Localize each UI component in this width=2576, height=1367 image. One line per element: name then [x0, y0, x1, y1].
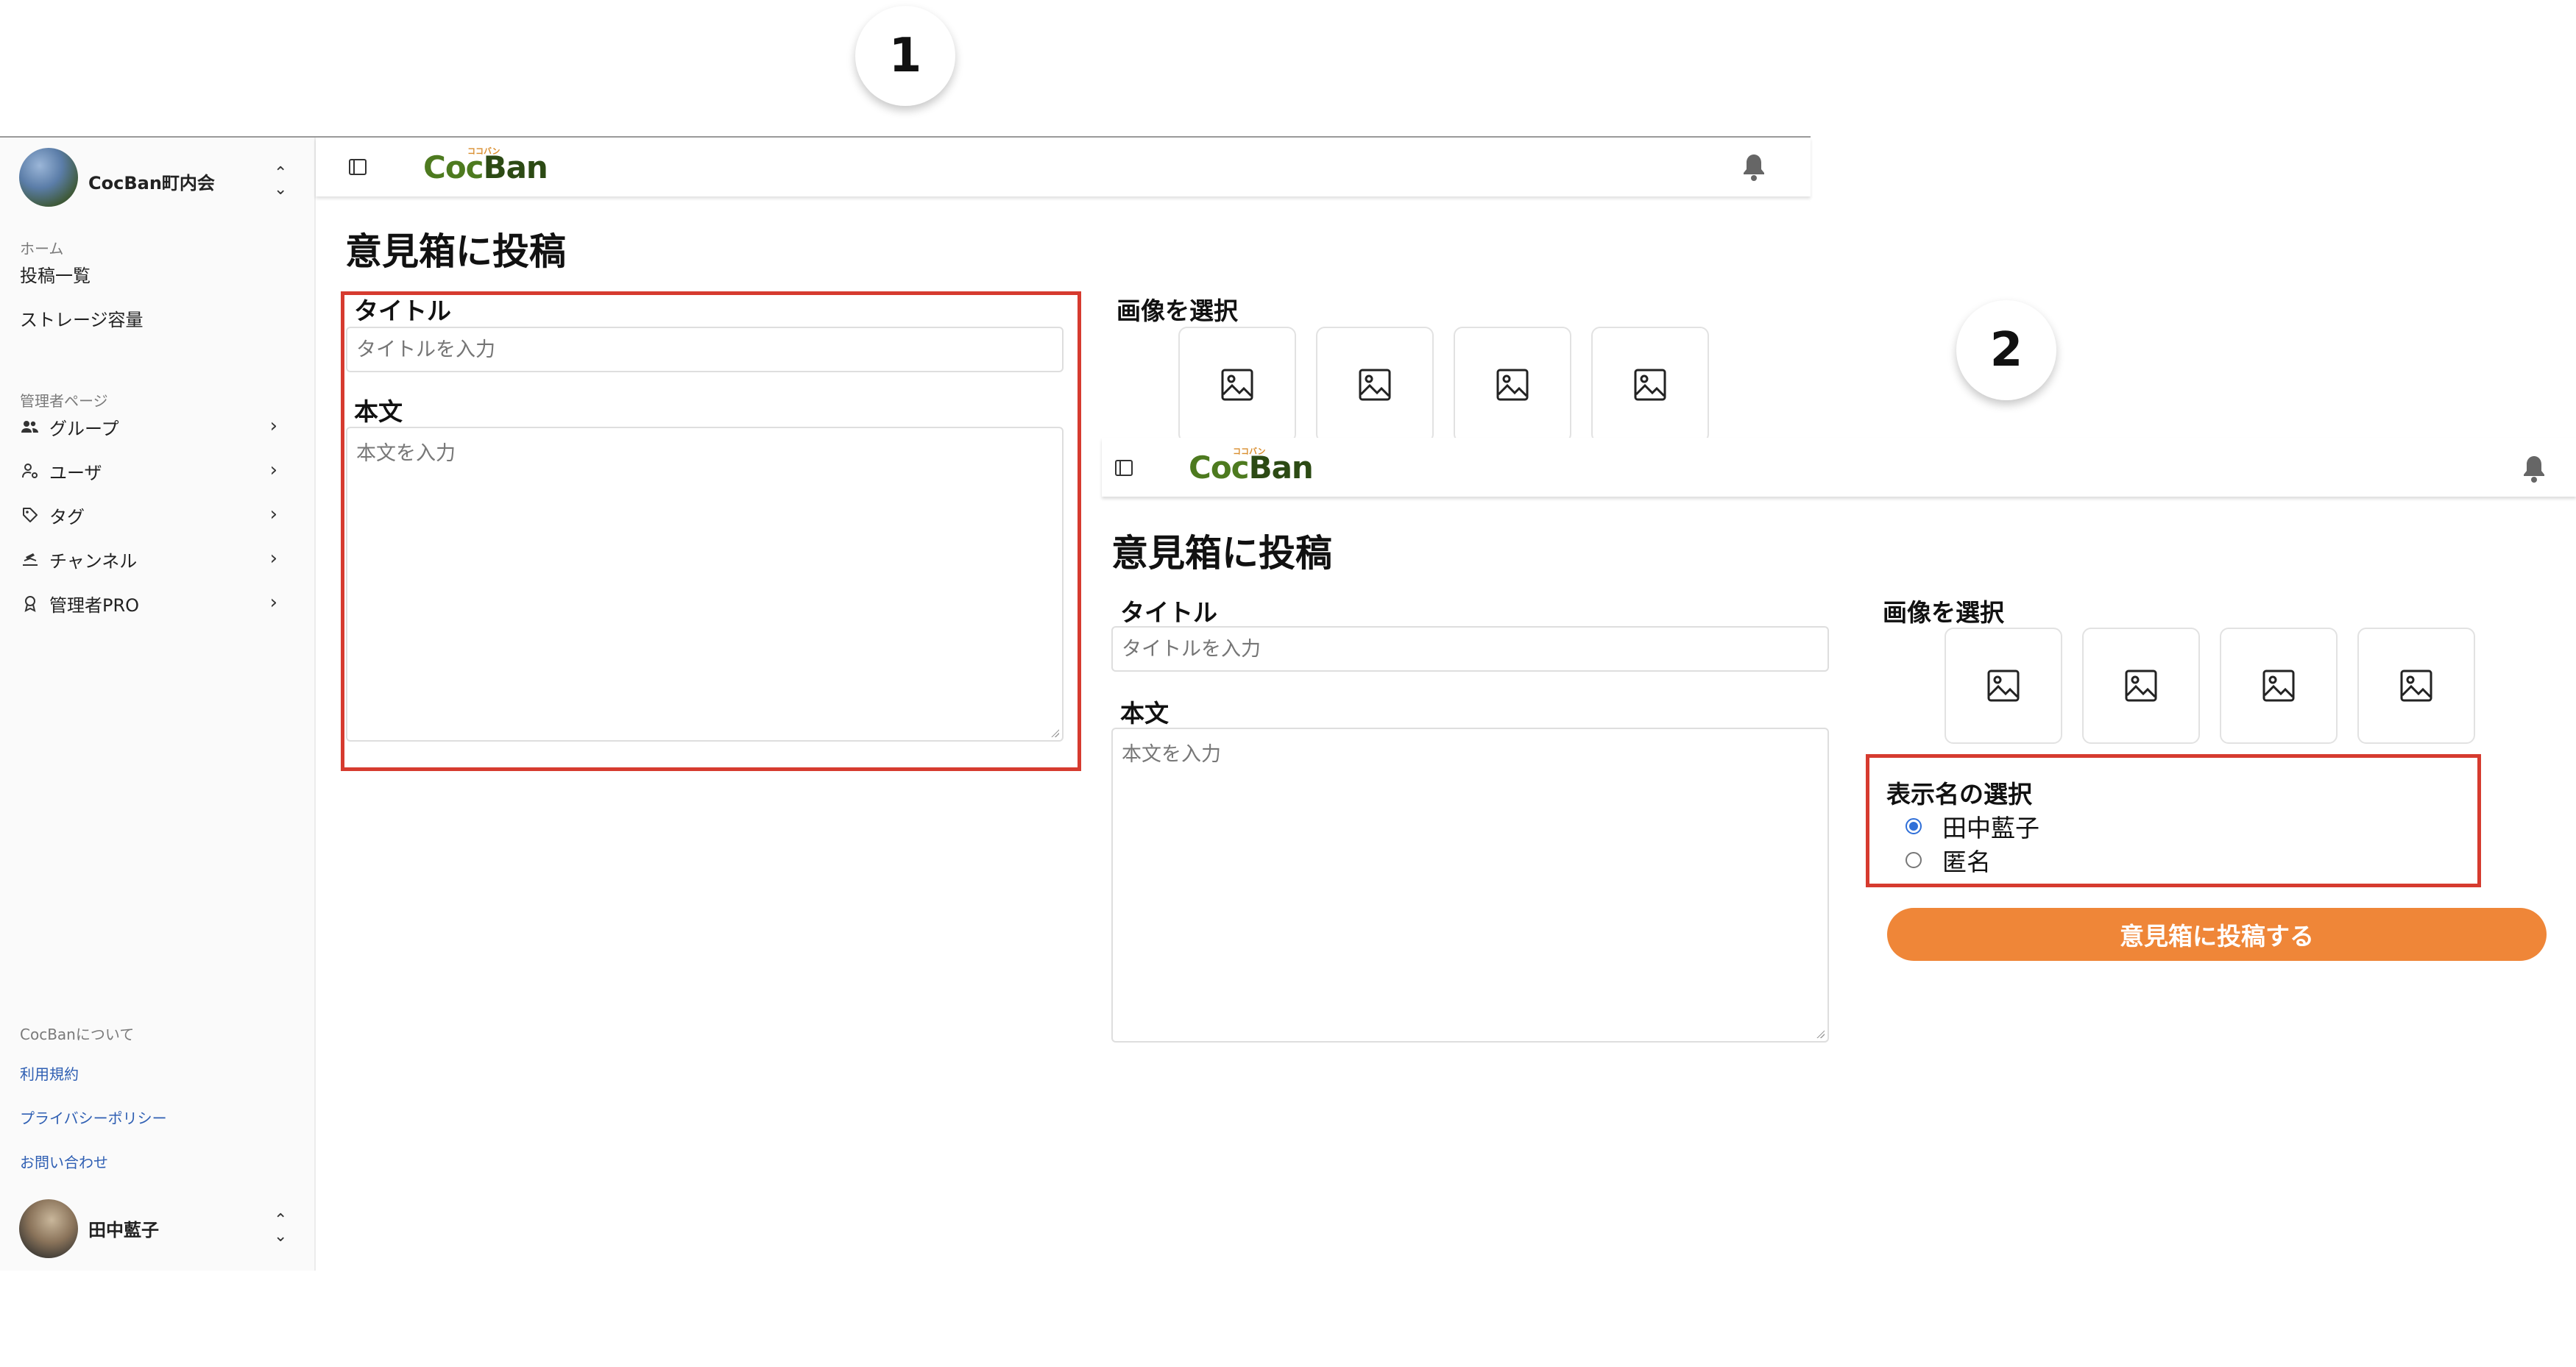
sidebar-toggle-icon[interactable]: [349, 159, 367, 175]
image-placeholder-icon: [2400, 670, 2432, 702]
page-title: 意見箱に投稿: [1111, 532, 1332, 575]
tag-icon: [20, 506, 40, 524]
image-slot-2[interactable]: [1316, 327, 1434, 443]
terms-link[interactable]: 利用規約: [20, 1062, 79, 1084]
section-label-home: ホーム: [20, 240, 64, 258]
sidebar-item-groups[interactable]: グループ ›: [20, 409, 300, 444]
sidebar-item-label: ストレージ容量: [20, 309, 144, 330]
image-slot-2[interactable]: [2082, 628, 2200, 744]
sidebar-item-admin-pro[interactable]: 管理者PRO ›: [20, 586, 300, 621]
step-1-badge: 1: [855, 6, 955, 106]
channel-icon: [20, 551, 40, 567]
chevron-right-icon: ›: [269, 459, 277, 481]
sidebar: CocBan町内会 ⌃ ⌄ ホーム 投稿一覧 ストレージ容量 管理者ページ グルー…: [0, 138, 316, 1271]
image-slot-3[interactable]: [2220, 628, 2338, 744]
notification-bell-icon[interactable]: [1741, 152, 1766, 182]
user-settings-icon: [20, 463, 40, 479]
sidebar-item-tags[interactable]: タグ ›: [20, 497, 300, 533]
image-placeholder-icon: [2125, 670, 2157, 702]
sidebar-toggle-icon[interactable]: [1115, 460, 1133, 476]
image-placeholder-icon: [1221, 369, 1253, 401]
top-header: CocBan ココバン: [1102, 438, 2576, 497]
sidebar-item-storage[interactable]: ストレージ容量: [20, 300, 300, 335]
sidebar-item-label: チャンネル: [49, 550, 138, 572]
org-switcher-icon[interactable]: ⌃ ⌄: [274, 166, 287, 198]
image-slot-4[interactable]: [2357, 628, 2475, 744]
body-label: 本文: [1120, 699, 1169, 728]
users-icon: [20, 419, 40, 434]
screenshot-2: CocBan ココバン 意見箱に投稿 タイトル 本文 本文を入力 画像を選択 表…: [1102, 438, 2576, 1174]
sidebar-item-label: ユーザ: [49, 462, 102, 483]
logo-ruby: ココバン: [1233, 447, 1266, 456]
body-placeholder: 本文を入力: [1122, 743, 1221, 766]
notification-bell-icon[interactable]: [2522, 454, 2547, 483]
sidebar-item-label: タグ: [49, 506, 85, 528]
image-placeholder-icon: [1359, 369, 1391, 401]
sidebar-item-posts[interactable]: 投稿一覧: [20, 256, 300, 291]
sidebar-item-label: 投稿一覧: [20, 265, 91, 286]
image-placeholder-icon: [2262, 670, 2295, 702]
image-placeholder-icon: [1634, 369, 1666, 401]
privacy-link[interactable]: プライバシーポリシー: [20, 1107, 167, 1128]
sidebar-item-label: 管理者PRO: [49, 594, 140, 616]
image-slot-1[interactable]: [1178, 327, 1296, 443]
user-menu-icon[interactable]: ⌃ ⌄: [274, 1212, 287, 1245]
title-label: タイトル: [1120, 598, 1217, 627]
page-title: 意見箱に投稿: [345, 230, 566, 273]
section-label-admin: 管理者ページ: [20, 392, 108, 410]
image-placeholder-icon: [1496, 369, 1529, 401]
highlight-box-display-name: [1866, 754, 2481, 887]
body-textarea[interactable]: 本文を入力: [1111, 728, 1829, 1043]
resize-handle-icon[interactable]: [1816, 1029, 1825, 1038]
top-header: CocBan ココバン: [316, 138, 1811, 196]
chevron-right-icon: ›: [269, 415, 277, 437]
sidebar-item-label: グループ: [49, 418, 119, 439]
chevron-right-icon: ›: [269, 592, 277, 614]
org-avatar: [19, 148, 78, 207]
org-name: CocBan町内会: [88, 173, 215, 193]
highlight-box-title-body: [341, 291, 1081, 771]
submit-opinion-button[interactable]: 意見箱に投稿する: [1887, 908, 2547, 961]
user-name: 田中藍子: [88, 1220, 159, 1240]
section-label-about: CocBanについて: [20, 1026, 135, 1043]
image-label: 画像を選択: [1883, 598, 2004, 627]
image-slot-3[interactable]: [1454, 327, 1571, 443]
contact-link[interactable]: お問い合わせ: [20, 1151, 108, 1172]
logo-ruby: ココバン: [467, 146, 500, 156]
chevron-right-icon: ›: [269, 503, 277, 525]
image-slot-4[interactable]: [1591, 327, 1709, 443]
image-label: 画像を選択: [1117, 297, 1238, 325]
image-slot-1[interactable]: [1945, 628, 2062, 744]
badge-icon: [20, 594, 40, 612]
title-input[interactable]: [1111, 626, 1829, 672]
step-2-badge: 2: [1956, 300, 2056, 400]
sidebar-item-channels[interactable]: チャンネル ›: [20, 542, 300, 577]
user-avatar: [19, 1199, 78, 1258]
image-placeholder-icon: [1987, 670, 2020, 702]
sidebar-item-users[interactable]: ユーザ ›: [20, 453, 300, 489]
chevron-right-icon: ›: [269, 547, 277, 569]
